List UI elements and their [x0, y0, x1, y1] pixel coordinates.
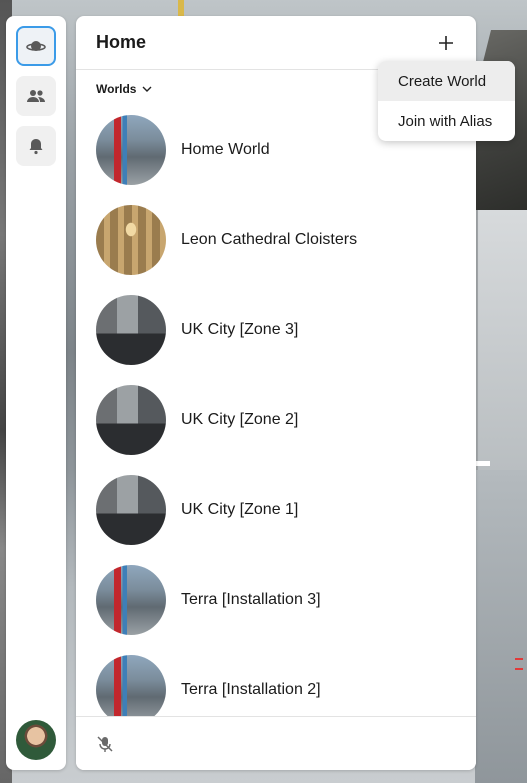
list-item[interactable]: UK City [Zone 3] [96, 295, 466, 365]
world-name: Terra [Installation 2] [181, 681, 321, 698]
list-item[interactable]: Leon Cathedral Cloisters [96, 205, 466, 275]
list-item[interactable]: UK City [Zone 2] [96, 385, 466, 455]
world-thumbnail [96, 115, 166, 185]
world-thumbnail [96, 475, 166, 545]
list-item[interactable]: Terra [Installation 3] [96, 565, 466, 635]
add-menu-dropdown: Create World Join with Alias [378, 61, 515, 141]
world-name: Terra [Installation 3] [181, 591, 321, 608]
plus-icon [439, 36, 453, 50]
scene-light [476, 461, 490, 466]
scene-red-light [515, 658, 523, 660]
list-item[interactable]: UK City [Zone 1] [96, 475, 466, 545]
scene-red-light [515, 668, 523, 670]
menu-item-join-with-alias[interactable]: Join with Alias [378, 101, 515, 141]
world-name: Home World [181, 141, 270, 158]
world-name: UK City [Zone 1] [181, 501, 299, 518]
world-list: Home World Leon Cathedral Cloisters UK C… [76, 110, 476, 716]
menu-item-create-world[interactable]: Create World [378, 61, 515, 101]
bell-icon [29, 139, 43, 155]
rail-notifications-button[interactable] [16, 126, 56, 166]
world-thumbnail [96, 565, 166, 635]
mic-toggle-button[interactable] [96, 735, 114, 753]
world-name: UK City [Zone 3] [181, 321, 299, 338]
mic-off-icon [97, 736, 113, 752]
world-thumbnail [96, 655, 166, 716]
panel-footer [76, 716, 476, 770]
worlds-filter-dropdown[interactable]: Worlds [96, 82, 152, 96]
world-thumbnail [96, 385, 166, 455]
list-item[interactable]: Terra [Installation 2] [96, 655, 466, 716]
world-name: UK City [Zone 2] [181, 411, 299, 428]
world-name: Leon Cathedral Cloisters [181, 231, 358, 248]
add-button[interactable] [434, 31, 458, 55]
scene-floor [475, 470, 527, 783]
sidebar-rail [6, 16, 66, 770]
scene-panel [475, 210, 527, 470]
world-thumbnail [96, 295, 166, 365]
user-avatar[interactable] [16, 720, 56, 760]
worlds-filter-label: Worlds [96, 82, 137, 96]
world-thumbnail [96, 205, 166, 275]
worlds-icon [26, 41, 46, 51]
rail-worlds-button[interactable] [16, 26, 56, 66]
page-title: Home [96, 32, 147, 52]
rail-people-button[interactable] [16, 76, 56, 116]
people-icon [27, 90, 45, 102]
chevron-down-icon [142, 86, 152, 92]
